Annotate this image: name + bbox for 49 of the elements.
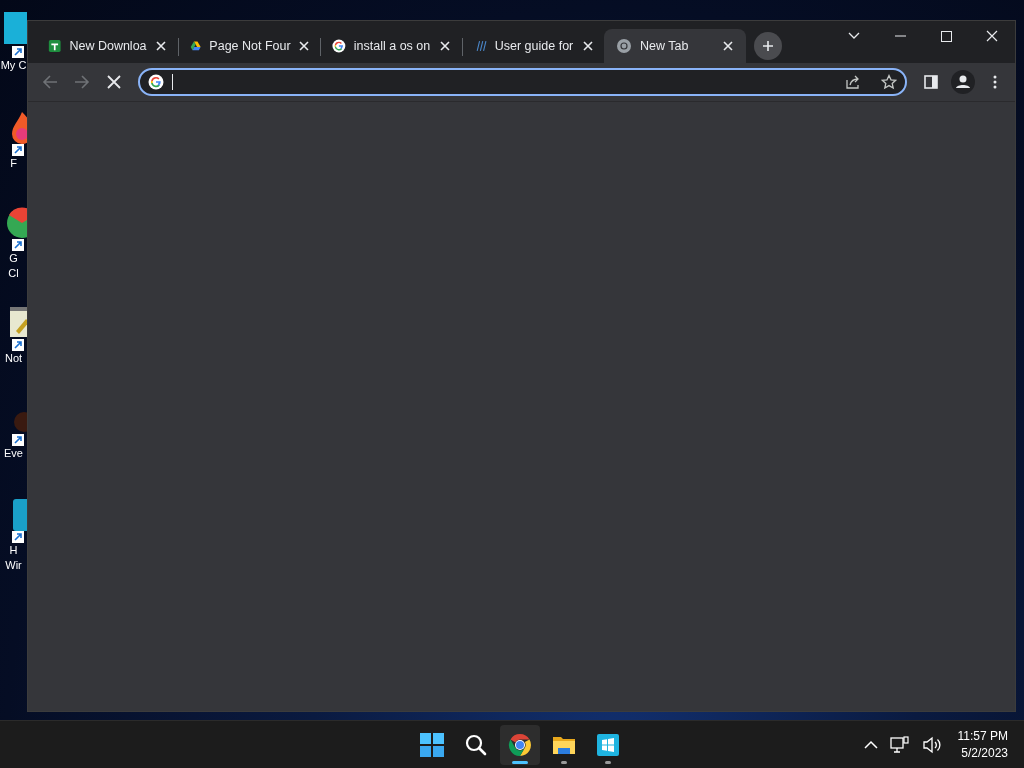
icon-label: Not	[4, 351, 23, 366]
icon-label: Eve	[4, 446, 23, 461]
share-icon[interactable]	[845, 74, 861, 90]
close-glyph	[582, 41, 593, 51]
windows-tile-icon	[596, 732, 620, 757]
google-icon	[148, 74, 164, 90]
icon-label: Wir	[5, 558, 22, 573]
minimize-icon	[894, 35, 906, 37]
icon-label: H	[9, 543, 18, 558]
chevron-up-icon[interactable]	[863, 739, 878, 750]
network-icon[interactable]	[889, 735, 910, 754]
icon-label: G	[9, 251, 18, 266]
chrome-icon	[508, 732, 532, 757]
icon-label: F	[10, 156, 17, 171]
clock-time: 11:57 PM	[957, 727, 1008, 745]
browser-tab[interactable]: Page Not Four	[178, 29, 320, 63]
plus-icon	[762, 40, 774, 52]
browser-tab[interactable]: New Downloa	[36, 29, 178, 63]
browser-tab[interactable]: New Tab	[604, 29, 746, 63]
icon-label: My C	[0, 58, 27, 73]
google-icon	[332, 38, 346, 54]
icon-label: Cl	[8, 266, 19, 281]
menu-icon	[993, 75, 997, 89]
close-glyph	[299, 41, 310, 51]
chrome-icon	[616, 38, 632, 54]
forward-arrow-icon	[74, 74, 90, 90]
maximize-icon	[940, 30, 952, 42]
volume-icon[interactable]	[921, 735, 942, 754]
clock-date: 5/2/2023	[961, 744, 1008, 762]
profile-button[interactable]	[949, 68, 977, 96]
taskbar-app[interactable]	[500, 724, 540, 765]
close-glyph	[440, 41, 451, 51]
close-icon	[986, 30, 998, 42]
back-arrow-icon	[42, 74, 58, 90]
search-icon	[464, 732, 488, 757]
browser-tab[interactable]: User guide for	[462, 29, 604, 63]
spreadsheet-icon	[48, 38, 62, 54]
person-icon	[951, 70, 975, 94]
side-panel-icon	[924, 75, 938, 89]
slashes-icon	[474, 38, 487, 54]
windows-logo-icon	[420, 732, 444, 757]
address-field[interactable]	[138, 68, 907, 96]
new-tab-button[interactable]	[754, 32, 782, 60]
chevron-down-icon	[848, 32, 860, 40]
close-glyph	[156, 41, 167, 51]
browser-tab[interactable]: install a os on	[320, 29, 462, 63]
star-icon[interactable]	[881, 74, 897, 90]
close-glyph	[723, 41, 733, 51]
stop-icon	[107, 75, 121, 89]
